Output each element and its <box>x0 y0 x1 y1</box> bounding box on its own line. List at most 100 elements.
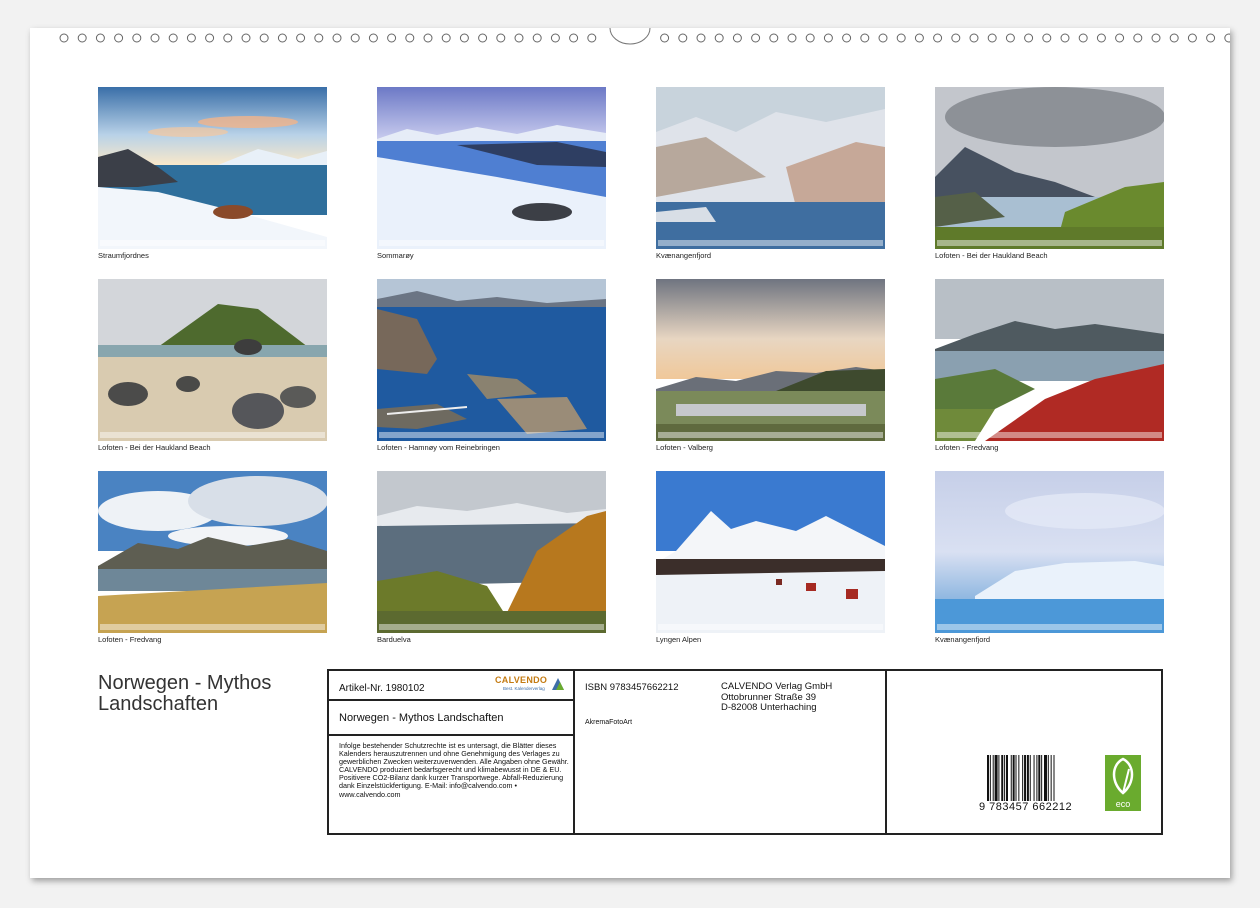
thumbnail-caption: Straumfjordnes <box>98 251 149 260</box>
binding-ring <box>1224 33 1230 43</box>
thumbnail-caption: Kvænangenfjord <box>935 635 991 644</box>
binding-ring <box>259 33 269 43</box>
binding-ring <box>59 33 69 43</box>
calendar-strip <box>379 624 604 630</box>
binding-ring <box>1060 33 1070 43</box>
binding-ring <box>823 33 833 43</box>
thumbnail-caption: Sommarøy <box>377 251 414 260</box>
binding-ring <box>1115 33 1125 43</box>
thumbnail-8: Lofoten - Fredvang <box>935 279 1164 452</box>
binding-ring <box>514 33 524 43</box>
binding-ring <box>478 33 488 43</box>
thumbnail-3: Kvænangenfjord <box>656 87 885 260</box>
binding-ring <box>77 33 87 43</box>
binding-ring <box>1133 33 1143 43</box>
calendar-strip <box>658 432 883 438</box>
photo-haukland-1 <box>935 87 1164 249</box>
logo-name: CALVENDO <box>495 675 548 685</box>
binding-ring <box>168 33 178 43</box>
binding-ring <box>1187 33 1197 43</box>
binding-ring <box>587 33 597 43</box>
binding-ring <box>951 33 961 43</box>
binding-ring <box>368 33 378 43</box>
photo-fredvang-1 <box>935 279 1164 441</box>
thumbnail-caption: Lofoten - Fredvang <box>935 443 999 452</box>
thumbnail-caption: Kvænangenfjord <box>656 251 712 260</box>
thumbnail-12: Kvænangenfjord <box>935 471 1164 644</box>
binding-ring <box>860 33 870 43</box>
thumbnail-6: Lofoten - Hamnøy vom Reinebringen <box>377 279 606 452</box>
thumbnail-5: Lofoten - Bei der Haukland Beach <box>98 279 327 452</box>
binding-ring <box>769 33 779 43</box>
binding-ring <box>241 33 251 43</box>
binding-ring <box>314 33 324 43</box>
binding-ring <box>751 33 761 43</box>
binding-ring <box>132 33 142 43</box>
photo-lyngen-alpen <box>656 471 885 633</box>
binding-ring <box>987 33 997 43</box>
binding-ring <box>878 33 888 43</box>
photo-sommaroy <box>377 87 606 249</box>
logo-tagline: Best. Kalenderverlag <box>503 686 545 691</box>
binding-ring <box>223 33 233 43</box>
binding-ring <box>550 33 560 43</box>
binding-ring <box>696 33 706 43</box>
binding-ring <box>1096 33 1106 43</box>
thumbnail-caption: Lofoten - Bei der Haukland Beach <box>935 251 1048 260</box>
binding-ring <box>277 33 287 43</box>
calendar-strip <box>937 240 1162 246</box>
info-column-left: Artikel-Nr. 1980102 CALVENDO Best. Kalen… <box>329 671 575 833</box>
calendar-strip <box>937 432 1162 438</box>
thumbnail-1: Straumfjordnes <box>98 87 327 260</box>
binding-ring <box>332 33 342 43</box>
binding-ring <box>969 33 979 43</box>
spiral-binding <box>30 28 1230 48</box>
binding-ring <box>660 33 670 43</box>
binding-ring <box>896 33 906 43</box>
thumbnail-caption: Lofoten - Bei der Haukland Beach <box>98 443 211 452</box>
binding-ring <box>496 33 506 43</box>
calvendo-logo: CALVENDO Best. Kalenderverlag <box>495 675 565 695</box>
leaf-icon <box>1112 757 1134 795</box>
binding-ring <box>787 33 797 43</box>
photo-kvaenangenfjord-2 <box>935 471 1164 633</box>
photo-haukland-2 <box>98 279 327 441</box>
barcode-number: 9 783457 662212 <box>977 801 1075 813</box>
binding-ring <box>114 33 124 43</box>
binding-ring <box>296 33 306 43</box>
thumbnail-9: Lofoten - Fredvang <box>98 471 327 644</box>
photo-straumfjordnes <box>98 87 327 249</box>
calendar-strip <box>658 624 883 630</box>
binding-ring <box>1042 33 1052 43</box>
photo-valberg <box>656 279 885 441</box>
article-number: Artikel-Nr. 1980102 <box>339 683 425 694</box>
thumbnail-caption: Lofoten - Hamnøy vom Reinebringen <box>377 443 500 452</box>
thumbnail-4: Lofoten - Bei der Haukland Beach <box>935 87 1164 260</box>
binding-ring <box>387 33 397 43</box>
calendar-strip <box>100 432 325 438</box>
binding-ring <box>842 33 852 43</box>
product-info-box: Artikel-Nr. 1980102 CALVENDO Best. Kalen… <box>327 669 1163 835</box>
isbn: ISBN 9783457662212 <box>585 682 679 693</box>
thumbnail-10: Barduelva <box>377 471 606 644</box>
binding-ring <box>678 33 688 43</box>
calendar-strip <box>379 432 604 438</box>
legal-text: Infolge bestehender Schutzrechte ist es … <box>339 741 569 799</box>
thumbnail-caption: Lyngen Alpen <box>656 635 702 644</box>
binding-ring <box>532 33 542 43</box>
binding-ring <box>441 33 451 43</box>
thumbnail-caption: Lofoten - Valberg <box>656 443 713 452</box>
author: AkremaFotoArt <box>585 719 633 726</box>
calendar-strip <box>658 240 883 246</box>
binding-ring <box>150 33 160 43</box>
calendar-subtitle: Norwegen - Mythos Landschaften <box>339 712 504 724</box>
photo-hamnoy <box>377 279 606 441</box>
eco-label: eco <box>1115 799 1131 809</box>
binding-ring <box>714 33 724 43</box>
publisher-line: D-82008 Unterhaching <box>721 702 817 713</box>
binding-ring <box>732 33 742 43</box>
subtitle-row: Norwegen - Mythos Landschaften <box>329 701 573 736</box>
binding-ring <box>569 33 579 43</box>
binding-ring <box>1169 33 1179 43</box>
article-row: Artikel-Nr. 1980102 CALVENDO Best. Kalen… <box>329 671 573 701</box>
